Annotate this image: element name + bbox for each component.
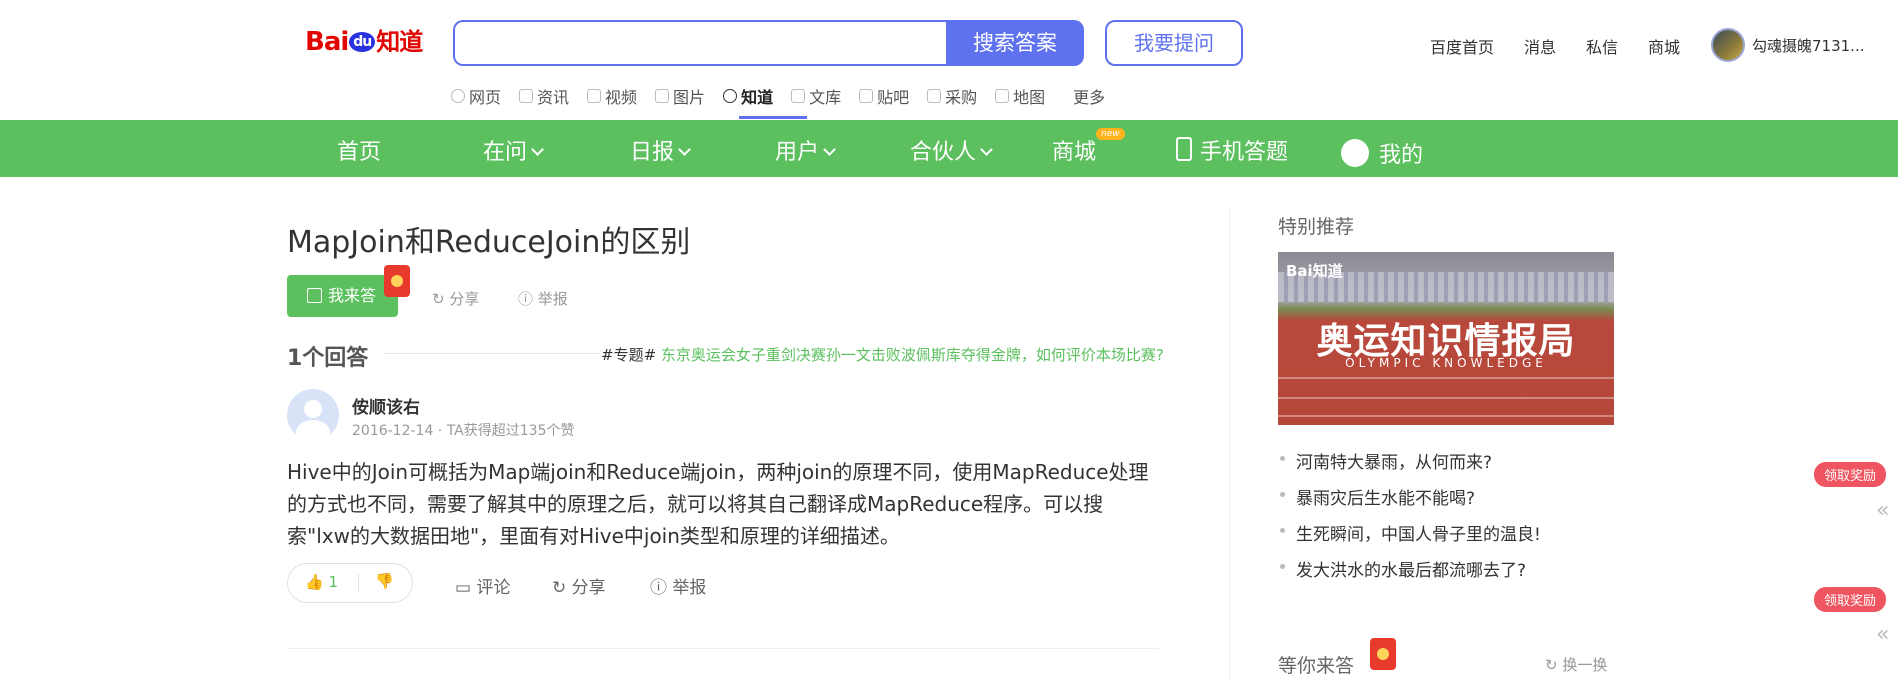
channel-tieba[interactable]: 贴吧 bbox=[859, 84, 909, 108]
channel-web[interactable]: 网页 bbox=[451, 84, 501, 108]
nav-user[interactable]: 用户 bbox=[775, 134, 836, 166]
active-channel-indicator bbox=[739, 116, 807, 119]
recommend-item[interactable]: 暴雨灾后生水能不能喝? bbox=[1280, 484, 1475, 509]
new-badge: new bbox=[1096, 128, 1125, 140]
channel-video[interactable]: 视频 bbox=[587, 84, 637, 108]
answerer-name[interactable]: 侒顺该右 bbox=[352, 393, 420, 418]
channel-caigou[interactable]: 采购 bbox=[927, 84, 977, 108]
reward-button[interactable]: 领取奖励 bbox=[1814, 462, 1887, 487]
refresh-button[interactable]: ↻ 换一换 bbox=[1545, 654, 1607, 675]
answer-share-button[interactable]: ↻ 分享 bbox=[552, 573, 606, 598]
avatar-body bbox=[296, 420, 330, 441]
channel-more[interactable]: 更多 bbox=[1073, 84, 1105, 108]
top-link-private-messages[interactable]: 私信 bbox=[1586, 34, 1618, 58]
banner-subtitle: OLYMPIC KNOWLEDGE bbox=[1345, 356, 1547, 370]
top-link-messages[interactable]: 消息 bbox=[1524, 34, 1556, 58]
alert-icon: ⓘ bbox=[518, 290, 534, 308]
user-avatar[interactable] bbox=[1711, 28, 1745, 62]
chevron-down-icon bbox=[980, 143, 993, 156]
chevron-down-icon bbox=[531, 143, 544, 156]
search-input[interactable] bbox=[455, 22, 947, 64]
search-icon bbox=[451, 89, 465, 103]
like-button[interactable]: 👍 1 bbox=[305, 573, 338, 591]
baidu-zhidao-logo[interactable]: Bai du 知道 bbox=[305, 22, 423, 57]
answers-count: 1个回答 bbox=[287, 346, 369, 371]
dislike-button[interactable]: 👎 bbox=[375, 572, 394, 590]
channel-wenku[interactable]: 文库 bbox=[791, 84, 841, 108]
channel-zhidao[interactable]: 知道 bbox=[723, 84, 773, 108]
recommend-item[interactable]: 河南特大暴雨，从何而来? bbox=[1280, 448, 1492, 473]
answerer-avatar[interactable] bbox=[287, 389, 339, 441]
news-icon bbox=[519, 89, 534, 103]
double-chevron-left-icon[interactable]: « bbox=[1876, 498, 1889, 523]
banner-logo: Bai知道 bbox=[1286, 262, 1343, 280]
red-packet-icon[interactable] bbox=[384, 265, 410, 297]
edit-icon bbox=[307, 288, 322, 303]
divider bbox=[287, 648, 1159, 649]
nav-home[interactable]: 首页 bbox=[337, 134, 381, 166]
alert-icon: ⓘ bbox=[650, 578, 667, 598]
thumbs-down-icon: 👎 bbox=[375, 572, 394, 590]
top-link-mall[interactable]: 商城 bbox=[1648, 34, 1680, 58]
recommend-item[interactable]: 生死瞬间，中国人骨子里的温良! bbox=[1280, 520, 1541, 545]
search-button[interactable]: 搜索答案 bbox=[946, 20, 1084, 66]
answer-button[interactable]: 我来答 bbox=[287, 275, 398, 317]
channel-tabs: 网页 资讯 视频 图片 知道 文库 贴吧 采购 地图 更多 bbox=[451, 84, 1123, 108]
share-link[interactable]: ↻ 分享 bbox=[432, 288, 479, 309]
user-circle-icon bbox=[1341, 139, 1369, 167]
chevron-down-icon bbox=[678, 143, 691, 156]
banner-lane bbox=[1278, 377, 1614, 379]
ask-question-button[interactable]: 我要提问 bbox=[1105, 20, 1243, 66]
channel-image[interactable]: 图片 bbox=[655, 84, 705, 108]
refresh-icon: ↻ bbox=[1545, 656, 1558, 674]
divider bbox=[385, 353, 599, 354]
doc-icon bbox=[791, 89, 806, 103]
avatar-head bbox=[304, 400, 322, 418]
reward-button[interactable]: 领取奖励 bbox=[1814, 587, 1887, 612]
special-recommend-title: 特别推荐 bbox=[1278, 216, 1355, 238]
nav-mall[interactable]: 商城 bbox=[1052, 134, 1096, 166]
answer-body: Hive中的Join可概括为Map端join和Reduce端join，两种joi… bbox=[287, 460, 1149, 548]
channel-news[interactable]: 资讯 bbox=[519, 84, 569, 108]
red-packet-icon[interactable] bbox=[1370, 638, 1396, 670]
chevron-down-icon bbox=[823, 143, 836, 156]
nav-ribao[interactable]: 日报 bbox=[630, 134, 691, 166]
thumbs-up-icon: 👍 bbox=[305, 573, 324, 591]
map-icon bbox=[995, 89, 1010, 103]
top-link-baidu-home[interactable]: 百度首页 bbox=[1430, 34, 1494, 58]
comment-icon: ▭ bbox=[455, 578, 472, 598]
tieba-icon bbox=[859, 89, 874, 103]
answer-report-button[interactable]: ⓘ 举报 bbox=[650, 573, 706, 598]
report-link[interactable]: ⓘ 举报 bbox=[518, 288, 568, 309]
nav-mine[interactable]: 我的 bbox=[1341, 134, 1423, 169]
video-icon bbox=[587, 89, 602, 103]
share-icon: ↻ bbox=[432, 290, 445, 308]
nav-partner[interactable]: 合伙人 bbox=[910, 134, 993, 166]
double-chevron-left-icon[interactable]: « bbox=[1876, 622, 1889, 647]
question-title: MapJoin和ReduceJoin的区别 bbox=[287, 225, 691, 260]
answer-meta: 2016-12-14 · TA获得超过135个赞 bbox=[352, 423, 575, 439]
username[interactable]: 勾魂摄魄7131... bbox=[1752, 35, 1864, 56]
image-icon bbox=[655, 89, 670, 103]
vote-divider bbox=[358, 574, 359, 592]
waiting-answer-title: 等你来答 bbox=[1278, 655, 1355, 677]
search-input-wrapper[interactable] bbox=[453, 20, 947, 66]
share-icon: ↻ bbox=[552, 578, 567, 598]
nav-zaiwen[interactable]: 在问 bbox=[483, 134, 544, 166]
column-divider bbox=[1229, 210, 1230, 679]
shop-icon bbox=[927, 89, 942, 103]
phone-icon bbox=[1176, 137, 1192, 161]
recommend-item[interactable]: 发大洪水的水最后都流哪去了? bbox=[1280, 556, 1526, 581]
question-icon bbox=[723, 89, 738, 103]
banner-lane bbox=[1278, 415, 1614, 417]
nav-mobile-answer[interactable]: 手机答题 bbox=[1176, 134, 1288, 166]
topic-link[interactable]: #专题# 东京奥运会女子重剑决赛孙一文击败波佩斯库夺得金牌，如何评价本场比赛? bbox=[601, 344, 1164, 365]
comment-button[interactable]: ▭ 评论 bbox=[455, 573, 510, 598]
channel-map[interactable]: 地图 bbox=[995, 84, 1045, 108]
olympic-banner[interactable]: Bai知道 奥运知识情报局 OLYMPIC KNOWLEDGE bbox=[1278, 252, 1614, 425]
banner-lane bbox=[1278, 397, 1614, 399]
